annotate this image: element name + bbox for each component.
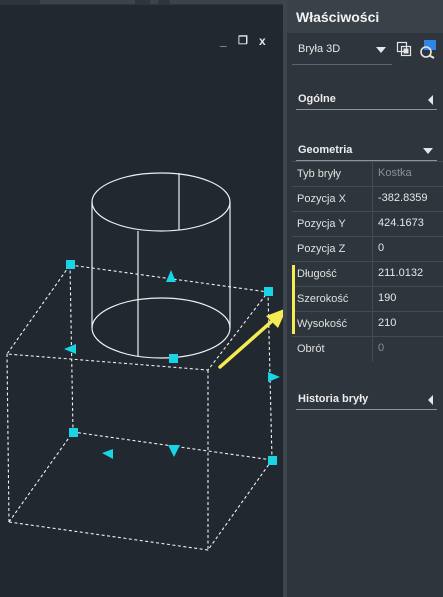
drawing-viewport[interactable]: _ ❐ x <box>0 0 283 597</box>
cylinder-wireframe <box>91 172 231 359</box>
entity-type-dropdown[interactable]: Bryła 3D <box>292 37 392 65</box>
section-history[interactable]: Historia bryły <box>296 391 437 410</box>
property-value[interactable]: 190 <box>378 292 396 304</box>
quick-select-icon[interactable] <box>418 39 438 59</box>
grip-corner <box>66 260 75 269</box>
grip-arrow <box>166 270 176 282</box>
property-label: Pozycja Y <box>297 218 346 230</box>
property-row[interactable]: Obrót 0 <box>292 336 443 362</box>
property-row[interactable]: Pozycja Z 0 <box>292 236 443 262</box>
property-row[interactable]: Pozycja Y 424.1673 <box>292 211 443 237</box>
chevron-down-icon <box>376 47 386 53</box>
grip-corner <box>264 287 273 296</box>
section-general-label: Ogólne <box>298 93 336 105</box>
property-label: Obrót <box>297 343 325 355</box>
panel-header: Właściwości <box>287 0 443 33</box>
property-value[interactable]: 0 <box>378 242 384 254</box>
grip-arrow <box>268 372 280 382</box>
property-value[interactable]: 210 <box>378 317 396 329</box>
section-general[interactable]: Ogólne <box>296 91 437 110</box>
entity-type-value: Bryła 3D <box>298 43 341 55</box>
chevron-left-icon <box>428 95 433 105</box>
property-label: Tyb bryły <box>297 168 342 180</box>
property-label: Długość <box>297 268 337 280</box>
property-row[interactable]: Pozycja X -382.8359 <box>292 186 443 212</box>
chevron-left-icon <box>428 395 433 405</box>
property-label: Pozycja Z <box>297 243 346 255</box>
property-value: 0 <box>378 342 385 354</box>
box-wireframe <box>5 264 273 551</box>
property-row[interactable]: Wysokość 210 <box>292 311 443 337</box>
property-label: Wysokość <box>297 318 348 330</box>
chevron-down-icon <box>423 148 433 154</box>
select-objects-icon[interactable] <box>395 39 415 59</box>
property-value[interactable]: -382.8359 <box>378 192 428 204</box>
property-value[interactable]: 211.0132 <box>378 267 423 279</box>
property-label: Szerokość <box>297 293 349 305</box>
section-geometry-label: Geometria <box>298 144 353 156</box>
panel-title: Właściwości <box>296 9 380 25</box>
restore-icon[interactable]: ❐ <box>238 34 248 48</box>
section-history-label: Historia bryły <box>298 393 369 405</box>
grip-arrow <box>64 344 76 354</box>
property-row[interactable]: Długość 211.0132 <box>292 261 443 287</box>
grip-corner <box>169 354 178 363</box>
property-value[interactable]: 424.1673 <box>378 217 424 229</box>
close-icon[interactable]: x <box>259 34 266 48</box>
property-value: Kostka <box>378 167 412 179</box>
properties-panel: Właściwości Bryła 3D Ogólne Geometria Ty… <box>287 0 443 597</box>
minimize-icon[interactable]: _ <box>220 34 227 48</box>
property-row[interactable]: Szerokość 190 <box>292 286 443 312</box>
grip-corner <box>268 456 277 465</box>
grip-arrow <box>102 449 113 459</box>
property-label: Pozycja X <box>297 193 346 205</box>
dimension-highlight-bar <box>292 265 295 334</box>
grip-arrow <box>168 445 180 457</box>
property-row[interactable]: Tyb bryły Kostka <box>292 161 443 187</box>
3d-scene <box>5 172 283 551</box>
grip-corner <box>69 428 78 437</box>
section-geometry[interactable]: Geometria <box>296 142 437 161</box>
selection-grips[interactable] <box>64 260 280 465</box>
